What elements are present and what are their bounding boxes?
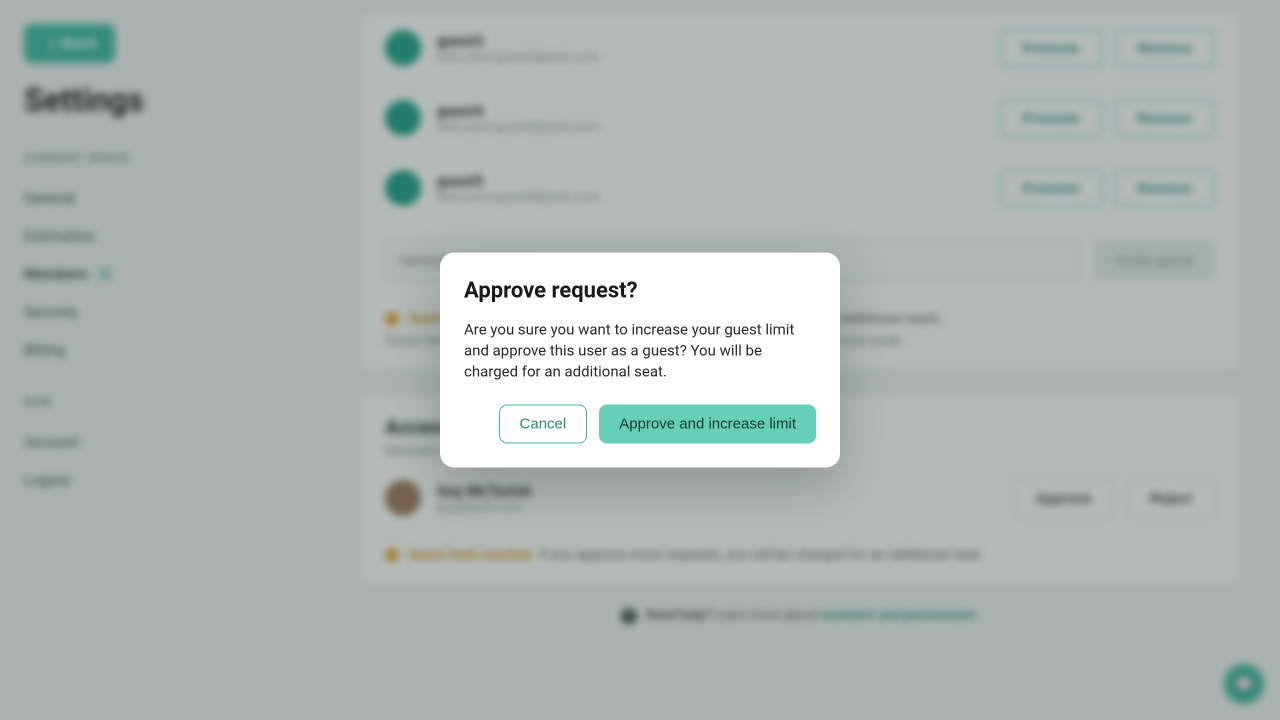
modal-body: Are you sure you want to increase your g… — [464, 320, 816, 383]
modal-title: Approve request? — [464, 279, 816, 304]
approve-and-increase-button[interactable]: Approve and increase limit — [599, 405, 816, 444]
cancel-button[interactable]: Cancel — [499, 405, 588, 444]
approve-request-modal: Approve request? Are you sure you want t… — [440, 253, 840, 468]
